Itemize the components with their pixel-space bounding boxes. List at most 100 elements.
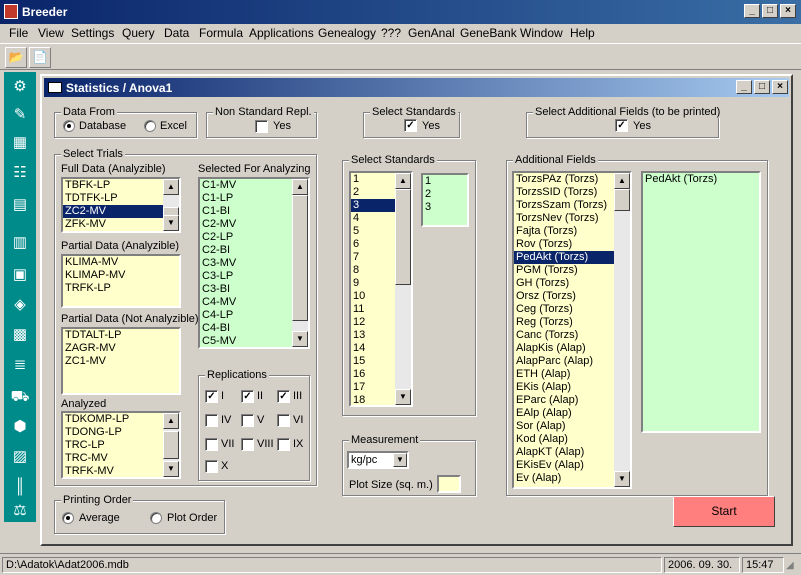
window-minimize-button[interactable]: _ — [736, 80, 752, 94]
standards-list[interactable]: 1 2 3 4 5 6 7 8 9 10 11 12 13 14 15 16 1… — [349, 171, 413, 407]
menu-file[interactable]: File — [9, 26, 28, 40]
menu-view[interactable]: View — [38, 26, 64, 40]
database-radio[interactable] — [63, 120, 75, 132]
menu-genealogy[interactable]: Genealogy — [318, 26, 376, 40]
list-item[interactable]: TorzsSID (Torzs) — [514, 186, 630, 199]
rep-x-checkbox[interactable] — [205, 460, 218, 473]
list-item[interactable]: Canc (Torzs) — [514, 329, 630, 342]
list-item[interactable]: EAlp (Alap) — [514, 407, 630, 420]
menu-genebank[interactable]: GeneBank — [460, 26, 517, 40]
non-standard-checkbox[interactable] — [255, 120, 268, 133]
list-item[interactable]: ETH (Alap) — [514, 368, 630, 381]
tool-icon-1[interactable]: ⚙ — [8, 76, 32, 98]
list-item[interactable]: GH (Torzs) — [514, 277, 630, 290]
list-item[interactable]: AlapKT (Alap) — [514, 446, 630, 459]
box-icon[interactable]: ◈ — [8, 294, 32, 316]
list-item[interactable]: TorzsNev (Torzs) — [514, 212, 630, 225]
rep-ii-checkbox[interactable]: ✓ — [241, 390, 254, 403]
chosen-standards-list[interactable]: 1 2 3 — [421, 173, 469, 227]
list-item[interactable]: TRC-LP — [63, 439, 179, 452]
list-item[interactable]: TDTFK-LP — [63, 192, 179, 205]
full-data-scrollbar[interactable]: ▲ ▼ — [163, 179, 179, 231]
list-item[interactable]: TDKOMP-LP — [63, 413, 179, 426]
list-item[interactable]: TorzsSzam (Torzs) — [514, 199, 630, 212]
menu-query[interactable]: Query — [122, 26, 155, 40]
menu-settings[interactable]: Settings — [71, 26, 114, 40]
menu-question[interactable]: ??? — [381, 26, 401, 40]
rep-i-checkbox[interactable]: ✓ — [205, 390, 218, 403]
menu-applications[interactable]: Applications — [249, 26, 314, 40]
list-item[interactable]: Ev (Alap) — [514, 472, 630, 485]
start-button[interactable]: Start — [673, 496, 775, 527]
menu-formula[interactable]: Formula — [199, 26, 243, 40]
tool-icon-4[interactable]: ☷ — [8, 162, 32, 184]
full-data-list[interactable]: TBFK-LP TDTFK-LP ZC2-MV ZFK-MV ▲ ▼ — [61, 177, 181, 233]
list-item[interactable]: TRFK-LP — [63, 282, 179, 295]
partial-not-analyzible-list[interactable]: TDTALT-LP ZAGR-MV ZC1-MV — [61, 327, 181, 395]
partial-data-list[interactable]: KLIMA-MV KLIMAP-MV TRFK-LP — [61, 254, 181, 308]
rep-vi-checkbox[interactable] — [277, 414, 290, 427]
selected-scrollbar[interactable]: ▲ ▼ — [292, 179, 308, 347]
list-item[interactable]: AlapKis (Alap) — [514, 342, 630, 355]
plot-size-input[interactable] — [437, 475, 461, 493]
list-item[interactable]: 1 — [423, 175, 467, 188]
list-item[interactable]: PedAkt (Torzs) — [643, 173, 759, 186]
additional-fields-checkbox[interactable]: ✓ — [615, 119, 628, 132]
list-item[interactable]: TDTALT-LP — [63, 329, 179, 342]
tractor-icon[interactable]: ⛟ — [8, 386, 32, 408]
tool-icon-2[interactable]: ✎ — [8, 104, 32, 126]
rep-v-checkbox[interactable] — [241, 414, 254, 427]
rep-ix-checkbox[interactable] — [277, 438, 290, 451]
analyzed-scrollbar[interactable]: ▲ ▼ — [163, 413, 179, 477]
grid-icon[interactable]: ▥ — [8, 232, 32, 254]
open-folder-button[interactable]: 📂 — [5, 47, 27, 68]
unit-select[interactable]: kg/pc ▼ — [347, 451, 409, 469]
average-radio[interactable] — [62, 512, 74, 524]
list-item[interactable]: PedAkt (Torzs) — [514, 251, 630, 264]
list-item[interactable]: Sor (Alap) — [514, 420, 630, 433]
rep-vii-checkbox[interactable] — [205, 438, 218, 451]
list-item[interactable]: TDONG-LP — [63, 426, 179, 439]
photo-icon[interactable]: ▨ — [8, 446, 32, 468]
book-icon[interactable]: ▣ — [8, 264, 32, 286]
menu-data[interactable]: Data — [164, 26, 189, 40]
list-item[interactable]: ZC1-MV — [63, 355, 179, 368]
list-item[interactable]: EKis (Alap) — [514, 381, 630, 394]
package-icon[interactable]: ▩ — [8, 324, 32, 346]
list-item[interactable]: AlapParc (Alap) — [514, 355, 630, 368]
rep-iv-checkbox[interactable] — [205, 414, 218, 427]
additional-fields-scrollbar[interactable]: ▲ ▼ — [614, 173, 630, 487]
tool-icon-3[interactable]: ▦ — [8, 132, 32, 154]
scales-icon[interactable]: ⚖ — [8, 500, 32, 522]
rep-iii-checkbox[interactable]: ✓ — [277, 390, 290, 403]
list-item[interactable]: Reg (Torzs) — [514, 316, 630, 329]
list-item[interactable]: ZAGR-MV — [63, 342, 179, 355]
additional-fields-list[interactable]: TorzsPAz (Torzs) TorzsSID (Torzs) TorzsS… — [512, 171, 632, 489]
plot-order-radio[interactable] — [150, 512, 162, 524]
close-button[interactable]: × — [780, 4, 796, 18]
list-item[interactable]: 3 — [423, 201, 467, 214]
list-item[interactable]: KLIMA-MV — [63, 256, 179, 269]
list-item[interactable]: EParc (Alap) — [514, 394, 630, 407]
list-item[interactable]: KLIMAP-MV — [63, 269, 179, 282]
maximize-button[interactable]: □ — [762, 4, 778, 18]
selected-for-analyzing-list[interactable]: C1-MV C1-LP C1-BI C2-MV C2-LP C2-BI C3-M… — [198, 177, 310, 349]
menu-window[interactable]: Window — [520, 26, 563, 40]
list-item[interactable]: ZC2-MV — [63, 205, 179, 218]
list-item[interactable]: PGM (Torzs) — [514, 264, 630, 277]
list-item[interactable]: TRFK-MV — [63, 465, 179, 477]
select-standards-checkbox[interactable]: ✓ — [404, 119, 417, 132]
minimize-button[interactable]: _ — [744, 4, 760, 18]
excel-radio[interactable] — [144, 120, 156, 132]
list-item[interactable]: EKisEv (Alap) — [514, 459, 630, 472]
standards-scrollbar[interactable]: ▲ ▼ — [395, 173, 411, 405]
calculator-icon[interactable]: ▤ — [8, 194, 32, 216]
stack-icon[interactable]: ⬢ — [8, 416, 32, 438]
new-document-button[interactable]: 📄 — [29, 47, 51, 68]
list-item[interactable]: Ceg (Torzs) — [514, 303, 630, 316]
menu-help[interactable]: Help — [570, 26, 595, 40]
rep-viii-checkbox[interactable] — [241, 438, 254, 451]
analyzed-list[interactable]: TDKOMP-LP TDONG-LP TRC-LP TRC-MV TRFK-MV… — [61, 411, 181, 479]
list-item[interactable]: Kod (Alap) — [514, 433, 630, 446]
chevron-down-icon[interactable]: ▼ — [393, 453, 407, 467]
